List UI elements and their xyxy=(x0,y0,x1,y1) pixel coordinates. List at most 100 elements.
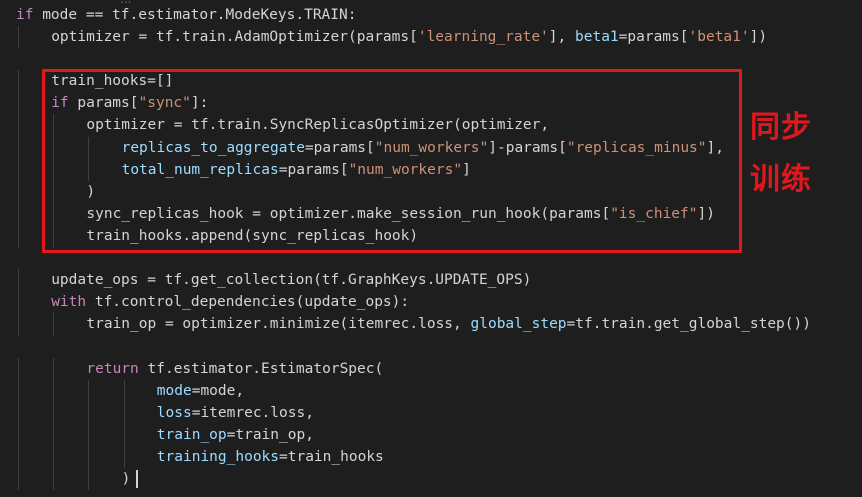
code-line[interactable]: if params["sync"]: xyxy=(0,92,862,115)
indent-guide xyxy=(53,180,55,203)
code-line-content: optimizer = tf.train.SyncReplicasOptimiz… xyxy=(86,117,549,133)
indent-guide xyxy=(18,114,19,137)
code-token-plain: ], xyxy=(548,29,575,46)
code-token-keyword: if xyxy=(51,95,69,112)
annotation-line-2: 训练 xyxy=(750,162,812,197)
code-token-plain: =mode, xyxy=(191,382,245,399)
code-token-keyword: with xyxy=(51,294,87,311)
indent-guide xyxy=(88,401,90,424)
code-token-param: training_hooks xyxy=(156,448,280,465)
indent-guide xyxy=(18,92,19,115)
code-token-plain: ], xyxy=(706,139,724,156)
code-token-control: return xyxy=(86,360,139,377)
code-line[interactable]: optimizer = tf.train.AdamOptimizer(param… xyxy=(0,26,862,49)
code-line[interactable]: ) xyxy=(0,467,862,491)
indent-guide xyxy=(18,224,19,248)
indent-guide xyxy=(18,401,19,424)
indent-guide xyxy=(53,401,55,424)
code-line-content: mode=mode, xyxy=(157,383,244,399)
indent-guide xyxy=(53,357,55,380)
code-line[interactable]: replicas_to_aggregate=params["num_worker… xyxy=(0,136,862,159)
code-token-plain: =train_hooks xyxy=(279,448,384,465)
code-line[interactable]: sync_replicas_hook = optimizer.make_sess… xyxy=(0,202,862,225)
code-line[interactable]: train_op = optimizer.minimize(itemrec.lo… xyxy=(0,313,862,336)
code-token-string: "num_workers" xyxy=(374,139,489,156)
code-line-content: training_hooks=train_hooks xyxy=(157,449,384,465)
code-token-plain: ]-params[ xyxy=(488,139,567,156)
code-line[interactable]: train_hooks.append(sync_replicas_hook) xyxy=(0,224,862,248)
code-line-content: if mode == tf.estimator.ModeKeys.TRAIN: xyxy=(16,7,356,23)
code-token-plain: update_ops = tf.get_collection(tf.GraphK… xyxy=(51,272,532,289)
code-line[interactable]: with tf.control_dependencies(update_ops)… xyxy=(0,291,862,314)
indent-guide xyxy=(88,379,90,402)
code-line-content: update_ops = tf.get_collection(tf.GraphK… xyxy=(51,272,531,288)
code-token-string: 'beta1' xyxy=(688,29,750,46)
code-line[interactable] xyxy=(0,247,862,269)
code-line[interactable]: update_ops = tf.get_collection(tf.GraphK… xyxy=(0,269,862,292)
indent-guide xyxy=(53,467,55,491)
code-line-content: optimizer = tf.train.AdamOptimizer(param… xyxy=(51,29,767,45)
code-token-param: beta1 xyxy=(575,29,619,46)
code-token-param: mode xyxy=(156,382,192,399)
indent-guide xyxy=(53,445,55,468)
indent-guide xyxy=(53,379,55,402)
code-line[interactable]: ) xyxy=(0,180,862,203)
indent-guide xyxy=(88,158,90,181)
code-line[interactable] xyxy=(0,335,862,357)
code-line[interactable]: return tf.estimator.EstimatorSpec( xyxy=(0,357,862,380)
indent-guide xyxy=(53,136,55,159)
code-token-plain: =tf.train.get_global_step()) xyxy=(566,316,811,333)
code-line-content: replicas_to_aggregate=params["num_worker… xyxy=(122,140,724,156)
indent-guide xyxy=(18,379,19,402)
indent-guide xyxy=(53,202,55,225)
indent-guide xyxy=(53,423,55,446)
code-line-content: return tf.estimator.EstimatorSpec( xyxy=(86,361,383,377)
code-line-content: train_hooks.append(sync_replicas_hook) xyxy=(86,228,418,244)
code-token-plain: =itemrec.loss, xyxy=(191,404,314,421)
indent-guide xyxy=(53,114,55,137)
code-line[interactable] xyxy=(0,48,862,70)
indent-guide xyxy=(18,291,19,314)
code-token-string: "num_workers" xyxy=(348,161,463,178)
code-line[interactable]: loss=itemrec.loss, xyxy=(0,401,862,424)
code-line[interactable]: total_num_replicas=params["num_workers"] xyxy=(0,158,862,181)
code-line[interactable]: optimizer = tf.train.SyncReplicasOptimiz… xyxy=(0,114,862,137)
indent-guide xyxy=(88,136,90,159)
indent-guide xyxy=(53,158,55,181)
code-token-plain: optimizer = tf.train.AdamOptimizer(param… xyxy=(51,29,418,46)
code-editor[interactable]: ... if mode == tf.estimator.ModeKeys.TRA… xyxy=(0,0,862,497)
code-token-plain: train_hooks.append(sync_replicas_hook) xyxy=(86,227,419,244)
code-line-content: train_hooks=[] xyxy=(51,73,173,89)
code-token-plain: optimizer = tf.train.SyncReplicasOptimiz… xyxy=(86,117,550,134)
indent-guide xyxy=(18,202,19,225)
code-line-content: sync_replicas_hook = optimizer.make_sess… xyxy=(86,206,715,222)
code-token-param: replicas_to_aggregate xyxy=(121,139,305,156)
code-token-plain: train_hooks=[] xyxy=(51,73,174,90)
text-cursor xyxy=(136,469,139,488)
code-block[interactable]: if mode == tf.estimator.ModeKeys.TRAIN: o… xyxy=(0,4,862,491)
code-line[interactable]: training_hooks=train_hooks xyxy=(0,445,862,468)
code-line-content: with tf.control_dependencies(update_ops)… xyxy=(51,294,409,310)
indent-guide xyxy=(18,313,19,336)
code-line-content: train_op=train_op, xyxy=(157,427,314,443)
code-token-plain: =params[ xyxy=(618,29,689,46)
indent-guide xyxy=(18,180,19,203)
indent-guide xyxy=(18,70,19,93)
code-line[interactable]: train_hooks=[] xyxy=(0,70,862,93)
indent-guide xyxy=(88,423,90,446)
code-line[interactable]: if mode == tf.estimator.ModeKeys.TRAIN: xyxy=(0,4,862,26)
code-line[interactable]: mode=mode, xyxy=(0,379,862,402)
code-line-content: train_op = optimizer.minimize(itemrec.lo… xyxy=(86,316,811,332)
code-token-plain: ] xyxy=(462,161,471,178)
indent-guide xyxy=(123,401,125,424)
code-token-plain: tf.estimator.EstimatorSpec( xyxy=(138,360,384,377)
code-token-plain: ]) xyxy=(697,205,715,222)
code-line-content: ) xyxy=(122,471,131,487)
indent-guide xyxy=(18,158,19,181)
code-token-plain: mode == tf.estimator.ModeKeys.TRAIN: xyxy=(33,7,357,23)
code-token-plain: ]) xyxy=(749,29,768,46)
code-token-param: global_step xyxy=(470,316,567,333)
code-line[interactable]: train_op=train_op, xyxy=(0,423,862,446)
code-token-plain: params[ xyxy=(68,95,139,112)
indent-guide xyxy=(18,445,19,468)
